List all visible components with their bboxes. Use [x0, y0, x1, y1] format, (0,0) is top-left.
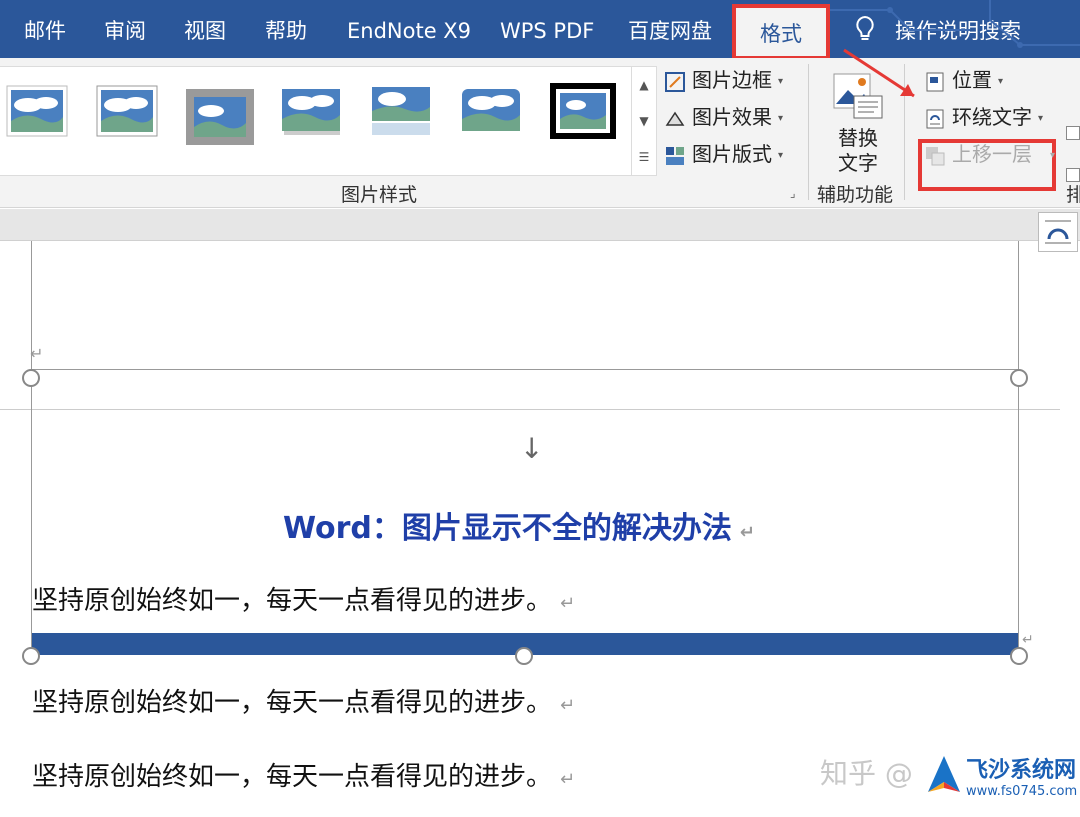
site-url: www.fs0745.com [966, 784, 1078, 799]
gallery-more[interactable]: ☰ [632, 139, 656, 175]
down-arrow-symbol: ↓ [520, 432, 544, 465]
dialog-launcher-icon[interactable]: ⌟ [790, 186, 796, 200]
picture-border-label: 图片边框 [692, 68, 772, 92]
paragraph-2-text: 坚持原创始终如一，每天一点看得见的进步。 [32, 688, 553, 718]
picture-border-icon [665, 71, 685, 92]
tab-wps-pdf[interactable]: WPS PDF [500, 0, 594, 58]
paragraph-mark: ↵ [560, 593, 576, 614]
picture-border-button[interactable]: 图片边框 ▾ [664, 64, 783, 96]
paragraph-3-text: 坚持原创始终如一，每天一点看得见的进步。 [32, 762, 553, 792]
paragraph-2: 坚持原创始终如一，每天一点看得见的进步。 ↵ [32, 682, 575, 719]
layout-options-button[interactable] [1038, 212, 1078, 252]
picture-layout-button[interactable]: 图片版式 ▾ [664, 138, 783, 170]
gallery-scroll: ▲ ▼ ☰ [631, 66, 657, 176]
picture-style-thumb-2[interactable] [96, 85, 158, 137]
resize-handle-bottom-left[interactable] [22, 647, 40, 665]
group-label-arrange-partial: 排 [1066, 184, 1080, 206]
paragraph-3: 坚持原创始终如一，每天一点看得见的进步。 ↵ [32, 756, 575, 793]
paragraph-1: 坚持原创始终如一，每天一点看得见的进步。 ↵ [32, 580, 575, 617]
gallery-scroll-up[interactable]: ▲ [632, 67, 656, 103]
paragraph-mark: ↵ [30, 344, 44, 363]
page-gap [0, 209, 1080, 241]
zhihu-watermark: 知乎 @ [820, 757, 913, 790]
wrap-text-label: 环绕文字 [952, 105, 1032, 129]
annotation-arrow [843, 48, 915, 98]
paragraph-mark: ↵ [560, 769, 576, 790]
resize-handle-bottom-center[interactable] [515, 647, 533, 665]
tab-endnote[interactable]: EndNote X9 [347, 0, 471, 58]
picture-effect-label: 图片效果 [692, 105, 772, 129]
picture-layout-label: 图片版式 [692, 142, 772, 166]
resize-handle-top-right[interactable] [1010, 369, 1028, 387]
picture-style-thumb-6[interactable] [460, 85, 522, 137]
group-label-picture-styles: 图片样式 [341, 184, 418, 206]
resize-handle-top-left[interactable] [22, 369, 40, 387]
tab-view[interactable]: 视图 [184, 0, 226, 58]
group-icon[interactable] [1066, 168, 1080, 182]
wrap-text-icon [926, 109, 944, 128]
picture-style-thumb-3[interactable] [186, 89, 254, 145]
site-name: 飞沙系统网 [966, 758, 1077, 783]
position-button[interactable]: 位置 ▾ [924, 64, 1003, 96]
paragraph-1-text: 坚持原创始终如一，每天一点看得见的进步。 [32, 586, 553, 616]
group-separator [808, 64, 809, 200]
group-label-accessibility: 辅助功能 [817, 184, 894, 206]
tab-baidu-netdisk[interactable]: 百度网盘 [628, 0, 712, 58]
position-label: 位置 [952, 68, 992, 92]
resize-handle-bottom-right[interactable] [1010, 647, 1028, 665]
picture-effect-button[interactable]: 图片效果 ▾ [664, 101, 783, 133]
picture-style-thumb-1[interactable] [6, 85, 68, 137]
picture-style-thumb-4[interactable] [280, 85, 342, 137]
picture-style-thumb-5[interactable] [370, 85, 432, 137]
tab-format[interactable]: 格式 [732, 4, 830, 60]
picture-style-gallery [0, 66, 632, 176]
picture-effect-icon [665, 111, 685, 126]
site-logo-icon [928, 756, 960, 792]
gallery-scroll-down[interactable]: ▼ [632, 103, 656, 139]
wrap-text-button[interactable]: 环绕文字 ▾ [924, 101, 1043, 133]
picture-style-thumb-7[interactable] [550, 83, 616, 139]
picture-layout-icon [666, 146, 684, 165]
layout-options-icon [1045, 220, 1071, 244]
tab-help[interactable]: 帮助 [265, 0, 307, 58]
alt-text-label-2: 文字 [838, 151, 878, 175]
align-icon[interactable] [1066, 126, 1080, 140]
tab-mail[interactable]: 邮件 [24, 0, 66, 58]
bring-forward-button[interactable]: 上移一层 ▾ [924, 138, 1055, 170]
paragraph-mark: ↵ [739, 522, 755, 543]
previous-image-frame [31, 241, 1019, 369]
article-title: Word：图片显示不全的解决办法 ↵ [283, 503, 755, 547]
paragraph-mark: ↵ [1022, 632, 1034, 648]
paragraph-mark: ↵ [560, 695, 576, 716]
bring-forward-label: 上移一层 [952, 142, 1032, 166]
tab-review[interactable]: 审阅 [104, 0, 146, 58]
article-title-text: Word：图片显示不全的解决办法 [283, 511, 732, 546]
bring-forward-icon [926, 146, 945, 165]
